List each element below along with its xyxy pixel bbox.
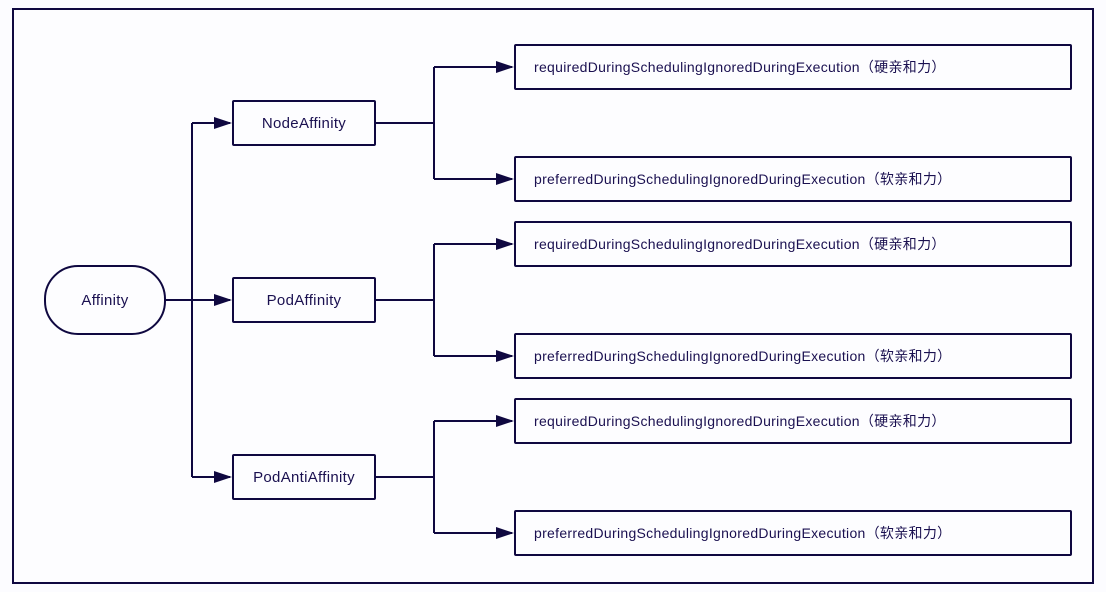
leaf-node-preferred-soft-3: preferredDuringSchedulingIgnoredDuringEx… bbox=[514, 510, 1072, 556]
leaf-node-required-hard-1: requiredDuringSchedulingIgnoredDuringExe… bbox=[514, 44, 1072, 90]
mid-label: PodAntiAffinity bbox=[253, 469, 355, 486]
connectors bbox=[14, 10, 1096, 586]
leaf-label: preferredDuringSchedulingIgnoredDuringEx… bbox=[534, 346, 951, 366]
leaf-label: requiredDuringSchedulingIgnoredDuringExe… bbox=[534, 57, 946, 77]
root-label: Affinity bbox=[81, 292, 128, 309]
mid-label: NodeAffinity bbox=[262, 115, 346, 132]
leaf-label: preferredDuringSchedulingIgnoredDuringEx… bbox=[534, 523, 951, 543]
leaf-node-required-hard-2: requiredDuringSchedulingIgnoredDuringExe… bbox=[514, 221, 1072, 267]
mid-node-podaffinity: PodAffinity bbox=[232, 277, 376, 323]
leaf-node-required-hard-3: requiredDuringSchedulingIgnoredDuringExe… bbox=[514, 398, 1072, 444]
diagram-frame: Affinity NodeAffinity PodAffinity PodAnt… bbox=[12, 8, 1094, 584]
leaf-label: requiredDuringSchedulingIgnoredDuringExe… bbox=[534, 234, 946, 254]
leaf-node-preferred-soft-2: preferredDuringSchedulingIgnoredDuringEx… bbox=[514, 333, 1072, 379]
root-node-affinity: Affinity bbox=[44, 265, 166, 335]
mid-label: PodAffinity bbox=[267, 292, 342, 309]
mid-node-nodeaffinity: NodeAffinity bbox=[232, 100, 376, 146]
leaf-label: requiredDuringSchedulingIgnoredDuringExe… bbox=[534, 411, 946, 431]
mid-node-podantiaffinity: PodAntiAffinity bbox=[232, 454, 376, 500]
leaf-node-preferred-soft-1: preferredDuringSchedulingIgnoredDuringEx… bbox=[514, 156, 1072, 202]
leaf-label: preferredDuringSchedulingIgnoredDuringEx… bbox=[534, 169, 951, 189]
